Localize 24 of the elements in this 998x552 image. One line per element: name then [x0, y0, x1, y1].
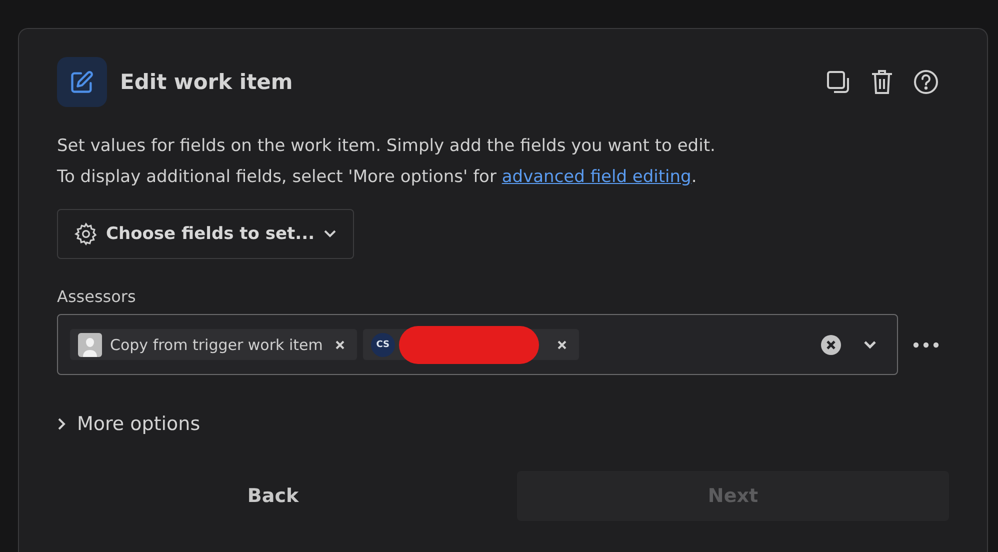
remove-icon[interactable]	[556, 340, 567, 350]
help-icon[interactable]	[913, 69, 939, 95]
field-label: Assessors	[57, 287, 137, 306]
assessors-field[interactable]: Copy from trigger work item CS	[57, 314, 898, 375]
user-avatar: CS	[370, 332, 395, 356]
person-placeholder-icon	[78, 332, 102, 356]
settings-icon	[74, 222, 98, 246]
description-text: To display additional fields, select 'More options' for advanced field editing.	[57, 166, 698, 189]
edit-icon	[57, 57, 107, 107]
chevron-down-icon	[322, 229, 337, 239]
dialog-title: Edit work item	[120, 70, 294, 94]
remove-icon[interactable]	[334, 340, 345, 350]
chevron-down-icon[interactable]	[863, 340, 877, 350]
choose-fields-button[interactable]: Choose fields to set...	[57, 209, 354, 259]
chip-label: Copy from trigger work item	[110, 336, 323, 354]
copy-icon[interactable]	[825, 69, 851, 95]
more-options-toggle[interactable]: More options	[57, 413, 200, 435]
more-icon[interactable]	[912, 340, 940, 348]
trash-icon[interactable]	[871, 69, 893, 95]
back-button[interactable]: Back	[57, 471, 489, 521]
chevron-right-icon	[57, 417, 67, 431]
clear-icon[interactable]	[821, 334, 841, 354]
advanced-editing-link[interactable]: advanced field editing	[502, 167, 692, 187]
description-text: Set values for fields on the work item. Simply add the fields you want to edit.	[57, 135, 716, 158]
